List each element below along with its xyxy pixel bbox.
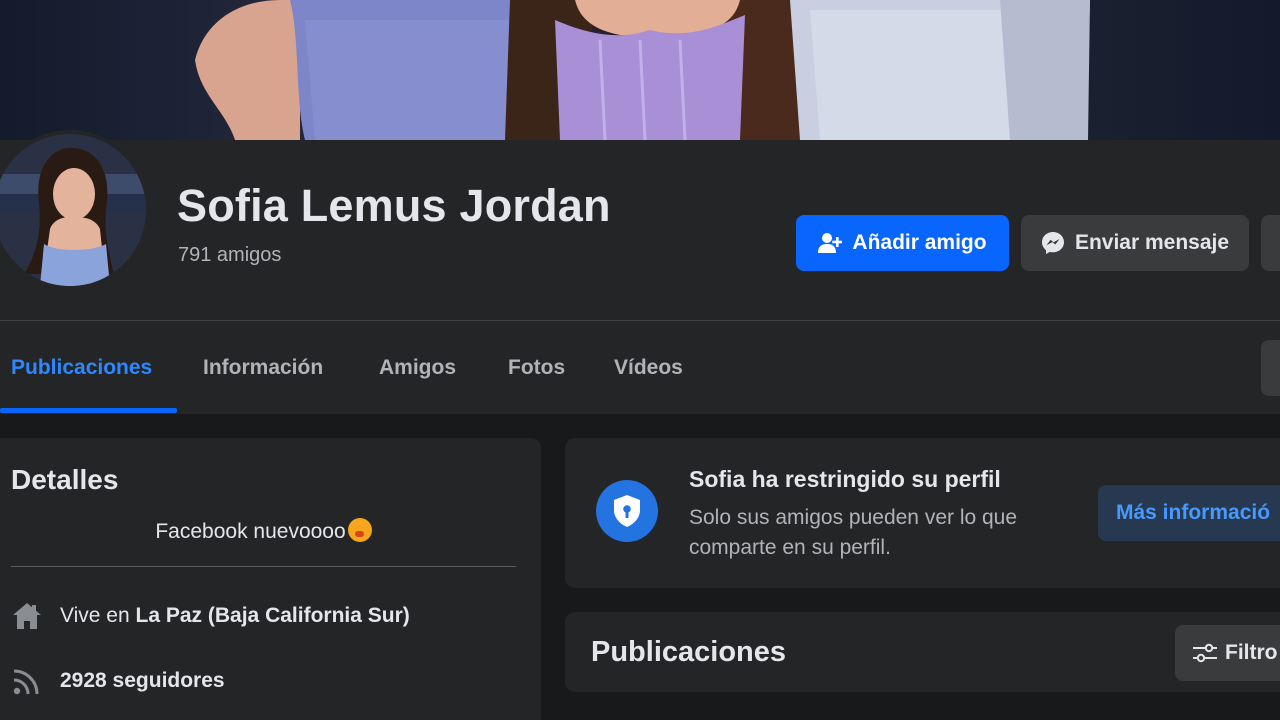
restricted-description: Solo sus amigos pueden ver lo que compar… xyxy=(689,503,1069,563)
bio-label: Facebook nuevoooo xyxy=(155,520,346,543)
active-tab-indicator xyxy=(0,408,177,413)
restricted-line-1: Solo sus amigos pueden ver lo que xyxy=(689,506,1018,529)
messenger-icon xyxy=(1041,232,1064,254)
tab-informacion[interactable]: Información xyxy=(203,322,323,414)
add-friend-icon xyxy=(818,233,843,253)
cover-photo[interactable] xyxy=(0,0,1280,140)
lives-in-prefix: Vive en xyxy=(60,604,130,627)
filter-button[interactable]: Filtro xyxy=(1175,625,1280,681)
more-info-button[interactable]: Más informació xyxy=(1098,485,1280,541)
add-friend-label: Añadir amigo xyxy=(852,231,987,254)
tabs-more-button[interactable] xyxy=(1261,340,1280,396)
shield-lock-icon xyxy=(596,480,658,542)
tab-videos[interactable]: Vídeos xyxy=(614,322,683,414)
cover-image xyxy=(195,0,1090,140)
restricted-title: Sofia ha restringido su perfil xyxy=(689,466,1001,492)
tab-amigos[interactable]: Amigos xyxy=(379,322,456,414)
friends-count[interactable]: 791 amigos xyxy=(178,244,281,267)
details-divider xyxy=(11,566,516,567)
details-title: Detalles xyxy=(11,464,119,495)
profile-name: Sofia Lemus Jordan xyxy=(177,180,611,231)
lives-in-place[interactable]: La Paz (Baja California Sur) xyxy=(136,604,410,627)
add-friend-button[interactable]: Añadir amigo xyxy=(796,215,1009,271)
more-actions-button[interactable] xyxy=(1261,215,1280,271)
home-icon xyxy=(11,600,43,632)
send-message-button[interactable]: Enviar mensaje xyxy=(1021,215,1249,271)
rss-icon xyxy=(11,665,43,697)
detail-followers: 2928 seguidores xyxy=(11,665,225,697)
tab-fotos[interactable]: Fotos xyxy=(508,322,565,414)
header-divider xyxy=(0,320,1280,321)
sliders-icon xyxy=(1193,643,1217,663)
restricted-line-2: comparte en su perfil. xyxy=(689,536,891,559)
send-message-label: Enviar mensaje xyxy=(1074,231,1230,254)
detail-lives-in: Vive en La Paz (Baja California Sur) xyxy=(11,600,410,632)
avatar-photo xyxy=(0,134,146,286)
bio-text: Facebook nuevoooo xyxy=(11,518,516,544)
face-emoji-icon xyxy=(347,518,372,542)
lives-in-text: Vive en La Paz (Baja California Sur) xyxy=(60,604,410,628)
followers-count[interactable]: 2928 seguidores xyxy=(60,669,225,693)
tab-publicaciones[interactable]: Publicaciones xyxy=(11,322,152,414)
filter-label: Filtro xyxy=(1225,641,1278,664)
posts-title: Publicaciones xyxy=(591,636,787,668)
